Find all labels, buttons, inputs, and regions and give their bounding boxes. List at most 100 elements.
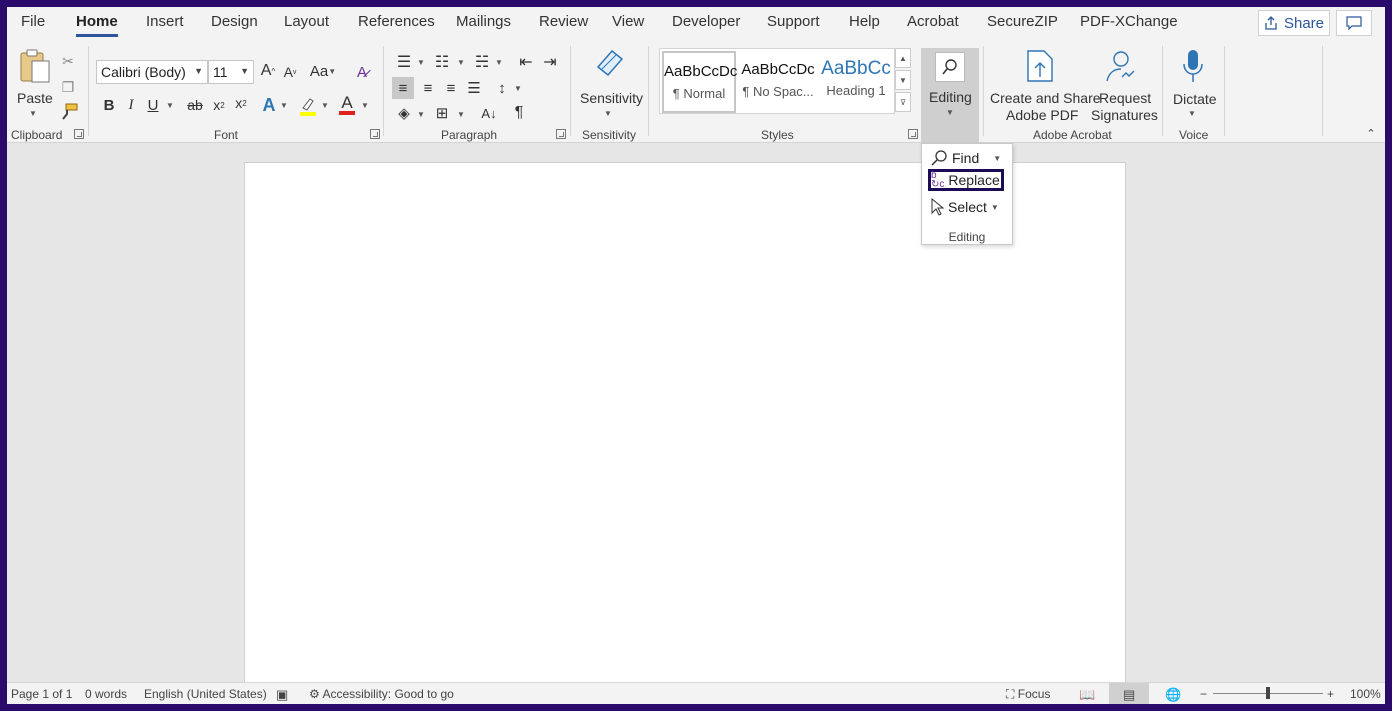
style-normal[interactable]: AaBbCcDc ¶ Normal [662,51,737,113]
subscript-icon[interactable]: x2 [210,96,228,114]
tab-insert[interactable]: Insert [146,13,184,30]
superscript-icon[interactable]: x2 [232,94,250,112]
highlight-chevron-down-icon[interactable]: ▼ [321,101,329,110]
zoom-slider-thumb[interactable] [1266,687,1270,699]
paragraph-launcher-icon[interactable] [556,129,566,139]
tab-file[interactable]: File [21,13,45,30]
dictate-chevron-down-icon[interactable]: ▼ [1188,109,1196,118]
accessibility-status[interactable]: ⚙ Accessibility: Good to go [309,687,454,701]
tab-view[interactable]: View [612,13,644,30]
paste-label[interactable]: Paste [17,90,53,107]
bullets-icon[interactable]: ☰ [394,52,414,72]
replace-menu-item[interactable]: b ↻c Replace [928,169,1004,191]
text-effects-icon[interactable]: A [260,95,278,115]
bullets-chevron-down-icon[interactable]: ▼ [417,58,425,67]
collapse-ribbon-icon[interactable]: ⌃ [1364,126,1378,140]
tab-design[interactable]: Design [211,13,258,30]
request-label[interactable]: Request [1099,90,1151,107]
tab-developer[interactable]: Developer [672,13,740,30]
tab-layout[interactable]: Layout [284,13,329,30]
find-menu-item[interactable]: Find ▼ [930,147,1001,169]
styles-scroll-down-icon[interactable]: ▼ [895,70,911,90]
select-menu-item[interactable]: Select ▼ [930,196,999,218]
proofing-icon[interactable]: ▣ [276,687,288,703]
borders-chevron-down-icon[interactable]: ▼ [457,110,465,119]
editing-chevron-down-icon[interactable]: ▼ [946,108,954,117]
zoom-in-icon[interactable]: + [1327,687,1334,701]
align-left-icon[interactable]: ≡ [392,77,414,99]
shrink-font-icon[interactable]: Av [281,63,299,81]
borders-icon[interactable]: ⊞ [432,103,452,123]
paste-icon[interactable] [15,48,55,84]
sensitivity-chevron-down-icon[interactable]: ▼ [604,109,612,118]
zoom-out-icon[interactable]: − [1200,687,1207,701]
underline-icon[interactable]: U [145,96,161,114]
page-count[interactable]: Page 1 of 1 [11,687,72,701]
align-center-icon[interactable]: ≡ [417,77,439,99]
change-case-icon[interactable]: Aa ▼ [308,62,338,80]
styles-scroll-up-icon[interactable]: ▲ [895,48,911,68]
align-right-icon[interactable]: ≡ [440,77,462,99]
focus-button[interactable]: ⛶ Focus [1006,687,1050,702]
language-status[interactable]: English (United States) [144,687,267,701]
font-size-combobox[interactable]: 11 ▼ [208,60,254,84]
shading-chevron-down-icon[interactable]: ▼ [417,110,425,119]
tab-review[interactable]: Review [539,13,588,30]
line-spacing-icon[interactable]: ↕ [491,77,513,99]
show-formatting-marks-icon[interactable]: ¶ [509,103,529,123]
numbering-icon[interactable]: ☷ [432,52,452,72]
styles-launcher-icon[interactable] [908,129,918,139]
style-no-spacing[interactable]: AaBbCcDc ¶ No Spac... [740,51,816,113]
zoom-level[interactable]: 100% [1350,687,1381,701]
format-painter-icon[interactable] [59,102,79,122]
multilevel-chevron-down-icon[interactable]: ▼ [495,58,503,67]
font-launcher-icon[interactable] [370,129,380,139]
tab-acrobat[interactable]: Acrobat [907,13,959,30]
sensitivity-icon[interactable] [593,46,627,82]
read-mode-icon[interactable]: 📖 [1079,687,1095,703]
multilevel-list-icon[interactable]: ☵ [472,52,492,72]
decrease-indent-icon[interactable]: ⇤ [516,52,536,72]
numbering-chevron-down-icon[interactable]: ▼ [457,58,465,67]
cut-icon[interactable]: ✂ [59,52,77,70]
sensitivity-label[interactable]: Sensitivity [580,90,643,107]
request-label-2[interactable]: Signatures [1091,107,1158,124]
style-heading-1[interactable]: AaBbCc Heading 1 [818,51,894,113]
dictate-label[interactable]: Dictate [1173,91,1217,108]
highlight-color-icon[interactable] [297,95,319,117]
text-effects-chevron-down-icon[interactable]: ▼ [280,101,288,110]
font-color-icon[interactable]: A [337,94,357,116]
editing-label[interactable]: Editing [929,89,972,106]
italic-icon[interactable]: I [123,96,139,114]
tab-mailings[interactable]: Mailings [456,13,511,30]
sort-icon[interactable]: A↓ [479,103,499,123]
increase-indent-icon[interactable]: ⇥ [540,52,560,72]
bold-icon[interactable]: B [101,96,117,114]
tab-securezip[interactable]: SecureZIP [987,13,1058,30]
tab-references[interactable]: References [358,13,435,30]
line-spacing-chevron-down-icon[interactable]: ▼ [514,84,522,93]
comments-button[interactable] [1336,10,1372,36]
create-share-label[interactable]: Create and Share [990,90,1101,107]
underline-chevron-down-icon[interactable]: ▼ [166,101,174,110]
strikethrough-icon[interactable]: ab [184,96,206,114]
clipboard-launcher-icon[interactable] [74,129,84,139]
search-icon[interactable] [935,52,965,82]
web-layout-icon[interactable]: 🌐 [1165,687,1181,703]
request-signatures-icon[interactable] [1103,48,1139,84]
shading-icon[interactable]: ◈ [394,103,414,123]
tab-pdf-xchange[interactable]: PDF-XChange [1080,13,1178,30]
microphone-icon[interactable] [1181,48,1205,86]
tab-help[interactable]: Help [849,13,880,30]
word-count[interactable]: 0 words [85,687,127,701]
justify-icon[interactable]: ☰ [463,77,485,99]
share-button[interactable]: Share [1258,10,1330,36]
tab-support[interactable]: Support [767,13,820,30]
font-name-combobox[interactable]: Calibri (Body) ▼ [96,60,208,84]
grow-font-icon[interactable]: A ^ [258,61,278,81]
create-pdf-icon[interactable] [1025,48,1055,84]
tab-home[interactable]: Home [76,13,118,37]
paste-chevron-down-icon[interactable]: ▼ [29,109,37,118]
create-share-label-2[interactable]: Adobe PDF [1006,107,1078,124]
copy-icon[interactable]: ❐ [59,78,77,96]
